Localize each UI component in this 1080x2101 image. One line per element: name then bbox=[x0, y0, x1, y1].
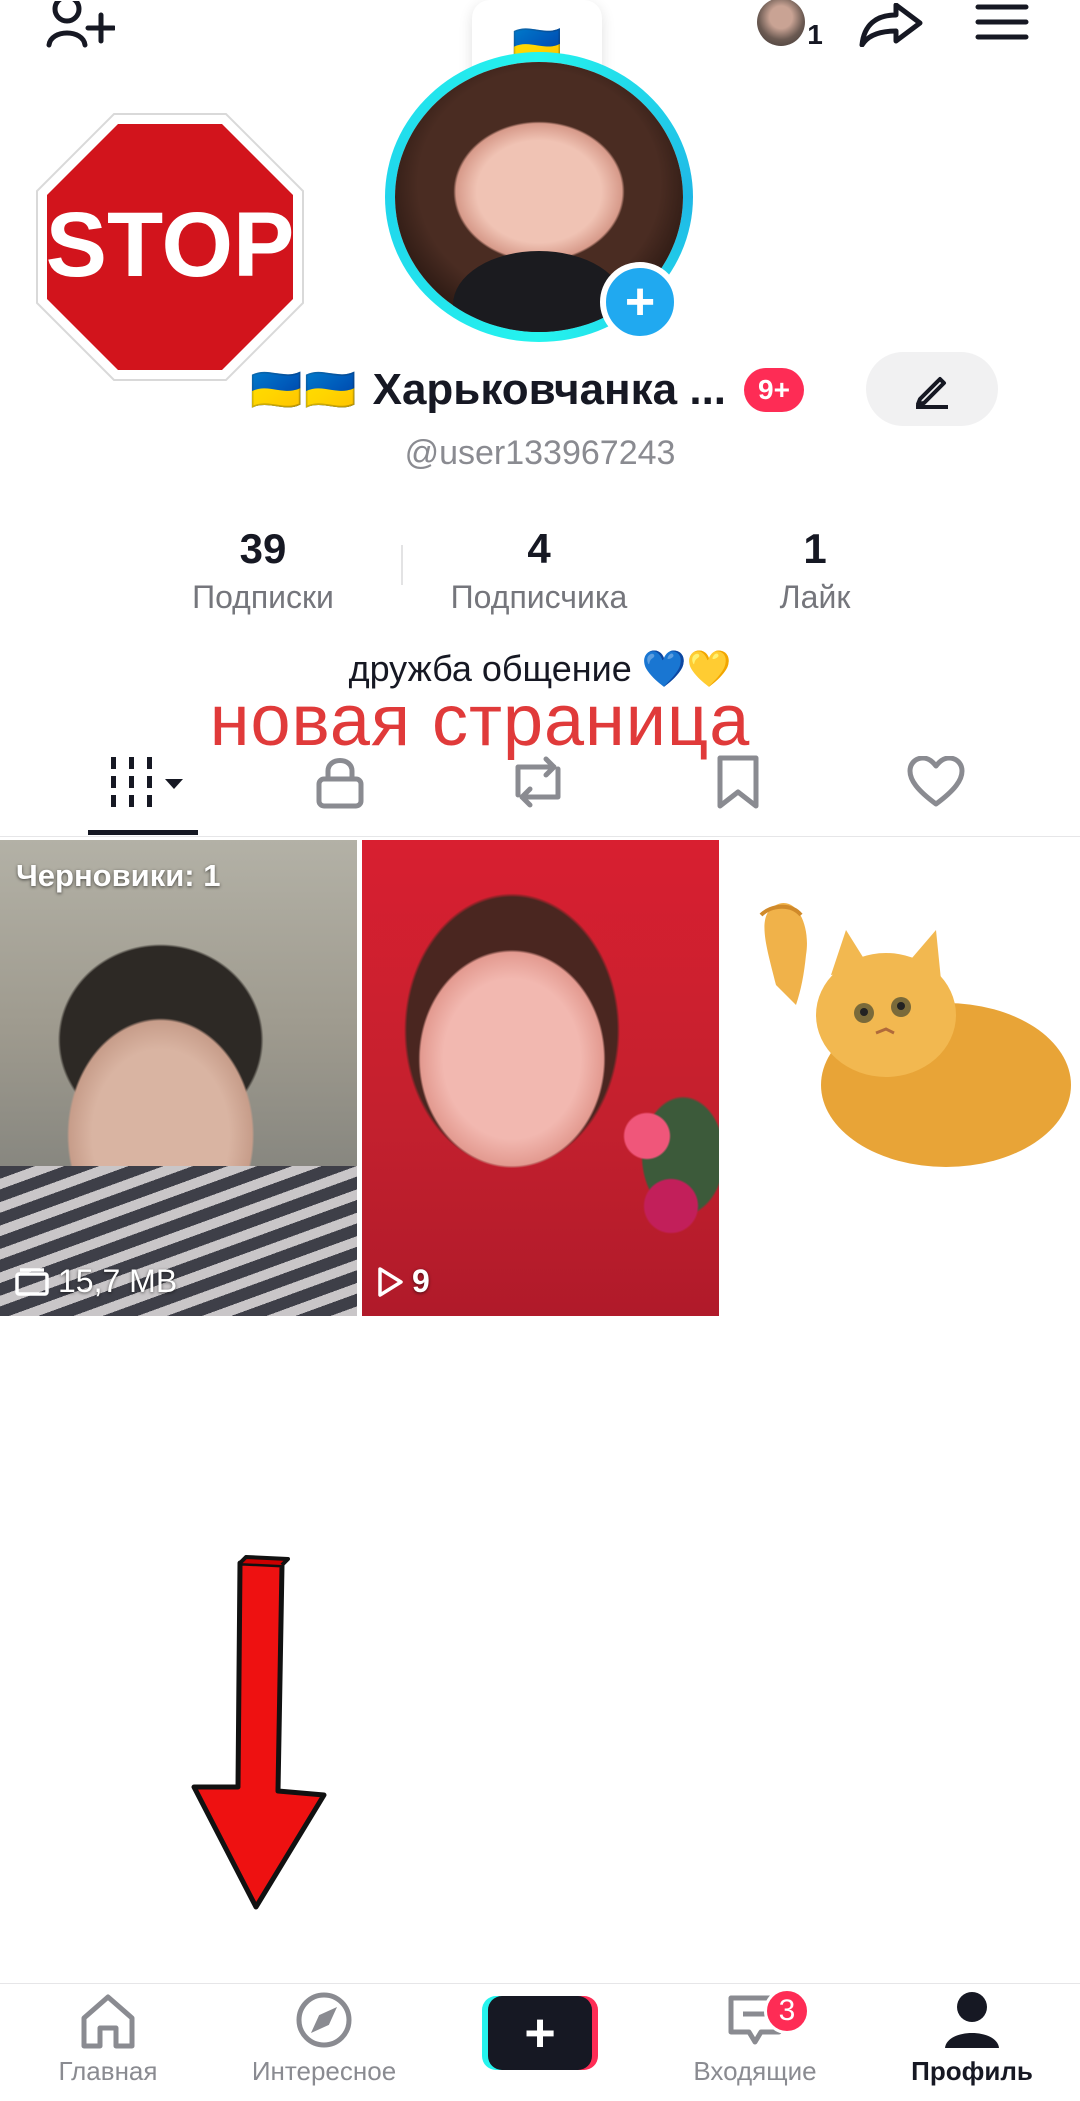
profile-icon bbox=[945, 1992, 999, 2048]
stat-following[interactable]: 39 Подписки bbox=[153, 525, 373, 616]
drafts-size-text: 15,7 MB bbox=[58, 1263, 178, 1299]
views-count: 9 bbox=[412, 1263, 430, 1299]
lock-icon bbox=[316, 758, 364, 809]
stat-value: 39 bbox=[239, 525, 287, 572]
stat-value: 4 bbox=[527, 525, 551, 572]
repost-icon bbox=[515, 756, 561, 808]
nav-label: Интересное bbox=[251, 2056, 397, 2086]
tab-indicator bbox=[88, 830, 198, 835]
stat-label: Лайк bbox=[779, 579, 851, 615]
folder-icon bbox=[15, 1267, 49, 1296]
red-arrow-sticker bbox=[190, 1555, 330, 1915]
create-button[interactable]: + bbox=[482, 1996, 598, 2070]
stat-label: Подписки bbox=[192, 579, 334, 615]
menu-icon[interactable] bbox=[972, 0, 1032, 44]
share-icon[interactable] bbox=[856, 0, 926, 50]
profile-visitors-button[interactable]: 1 bbox=[750, 0, 830, 50]
compass-icon bbox=[296, 1992, 352, 2048]
video-views: 9 bbox=[376, 1263, 430, 1300]
nav-discover[interactable]: Интересное bbox=[234, 1984, 414, 2101]
stat-label: Подписчика bbox=[450, 579, 628, 615]
stat-divider bbox=[401, 545, 403, 585]
inbox-badge: 3 bbox=[764, 1988, 810, 2034]
stop-sign-sticker: STOP bbox=[35, 112, 305, 382]
tab-reposts[interactable] bbox=[478, 742, 598, 822]
display-name: Харьковчанка ... bbox=[372, 365, 727, 414]
drafts-size: 15,7 MB bbox=[14, 1263, 177, 1300]
bottom-navigation: Главная Интересное + Входящие 3 Профиль bbox=[0, 1983, 1080, 2101]
plus-icon: + bbox=[488, 1996, 592, 2070]
tab-private[interactable] bbox=[280, 742, 400, 822]
kitten-sticker bbox=[736, 895, 1076, 1167]
stat-value: 1 bbox=[803, 525, 827, 572]
drafts-label: Черновики: 1 bbox=[16, 858, 221, 893]
stat-likes[interactable]: 1 Лайк bbox=[705, 525, 925, 616]
add-friend-icon[interactable] bbox=[40, 0, 120, 50]
tab-videos[interactable] bbox=[90, 742, 210, 822]
home-icon bbox=[81, 1994, 135, 2049]
play-icon bbox=[378, 1266, 403, 1297]
stop-sign-text: STOP bbox=[46, 194, 295, 296]
grid-icon bbox=[111, 757, 183, 807]
nav-label: Входящие bbox=[693, 2056, 817, 2086]
stat-followers[interactable]: 4 Подписчика bbox=[429, 525, 649, 616]
pencil-icon bbox=[916, 377, 948, 409]
notifications-badge[interactable]: 9+ bbox=[744, 368, 804, 412]
edit-profile-button[interactable] bbox=[866, 352, 998, 426]
profile-name-row: 🇺🇦🇺🇦 Харьковчанка ... 9+ bbox=[250, 360, 804, 420]
nav-label: Профиль bbox=[911, 2056, 1033, 2086]
heart-icon bbox=[907, 756, 965, 807]
add-story-button[interactable]: + bbox=[600, 262, 680, 342]
visitor-avatar bbox=[757, 0, 806, 46]
tab-divider bbox=[0, 836, 1080, 837]
tab-liked[interactable] bbox=[876, 742, 996, 822]
nav-inbox[interactable]: Входящие bbox=[665, 1984, 845, 2101]
video-tile[interactable]: 9 bbox=[362, 840, 719, 1316]
nav-home[interactable]: Главная bbox=[18, 1984, 198, 2101]
nav-label: Главная bbox=[58, 2056, 158, 2086]
visitors-count: 1 bbox=[807, 19, 823, 50]
username: @user133967243 bbox=[404, 434, 676, 472]
tab-favorites[interactable] bbox=[678, 742, 798, 822]
bookmark-icon bbox=[717, 755, 759, 809]
nav-profile[interactable]: Профиль bbox=[882, 1984, 1062, 2101]
flag-emojis: 🇺🇦🇺🇦 bbox=[250, 365, 359, 413]
drafts-tile[interactable]: Черновики: 1 15,7 MB bbox=[0, 840, 357, 1316]
